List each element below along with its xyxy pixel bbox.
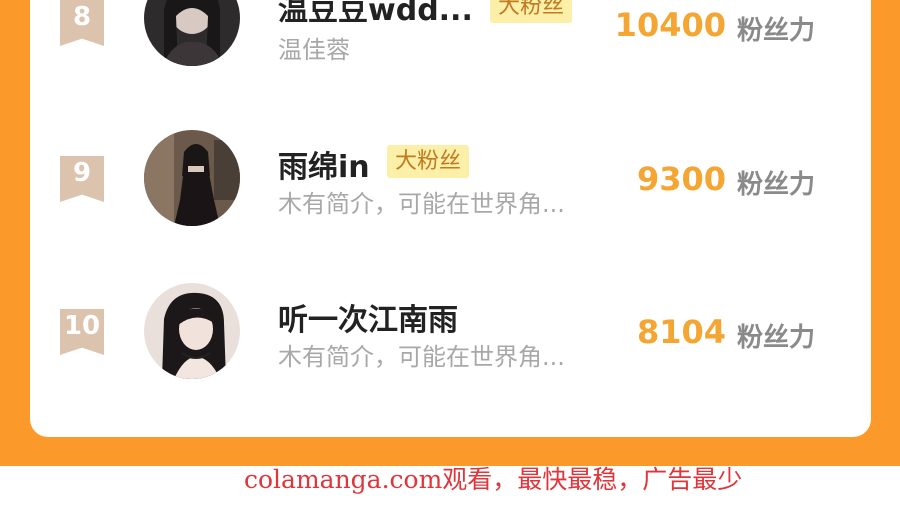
- avatar-image-icon: 春江: [144, 0, 240, 66]
- fan-power-unit: 粉丝力: [737, 170, 816, 200]
- user-name[interactable]: 雨绵in: [278, 142, 370, 186]
- rank-badge: 10: [60, 309, 104, 355]
- fan-power-unit: 粉丝力: [737, 16, 816, 46]
- avatar[interactable]: 春江: [144, 0, 240, 66]
- fan-power-score: 10400: [614, 6, 726, 44]
- rank-number: 10: [63, 311, 101, 341]
- user-name[interactable]: 听一次江南雨: [278, 295, 458, 339]
- avatar[interactable]: [144, 283, 240, 379]
- user-description: 木有简介，可能在世界角...: [278, 343, 565, 371]
- ranking-row[interactable]: 8 春江 温豆豆wdd... 大粉丝 温佳蓉 10400 粉丝力: [0, 0, 900, 70]
- ranking-row[interactable]: 9 雨绵in 大粉丝 木有简介，可能在世界角... 9300 粉丝力: [0, 130, 900, 230]
- user-description: 温佳蓉: [278, 36, 350, 64]
- fan-level-badge: 大粉丝: [387, 145, 470, 178]
- site-watermark: colamanga.com观看，最快最稳，广告最少: [244, 465, 743, 494]
- fan-power-score: 8104: [636, 313, 726, 351]
- rank-number: 8: [72, 2, 92, 32]
- fan-power-unit: 粉丝力: [737, 323, 816, 353]
- rank-badge: 9: [60, 156, 104, 202]
- avatar-image-icon: [144, 130, 240, 226]
- user-name[interactable]: 温豆豆wdd...: [278, 0, 473, 29]
- rank-number: 9: [72, 158, 92, 188]
- avatar[interactable]: [144, 130, 240, 226]
- rank-badge: 8: [60, 0, 104, 46]
- user-description: 木有简介，可能在世界角...: [278, 190, 565, 218]
- avatar-image-icon: [144, 283, 240, 379]
- ranking-row[interactable]: 10 听一次江南雨 木有简介，可能在世界角... 8104 粉丝力: [0, 283, 900, 383]
- fan-power-score: 9300: [636, 160, 726, 198]
- fan-level-badge: 大粉丝: [490, 0, 573, 23]
